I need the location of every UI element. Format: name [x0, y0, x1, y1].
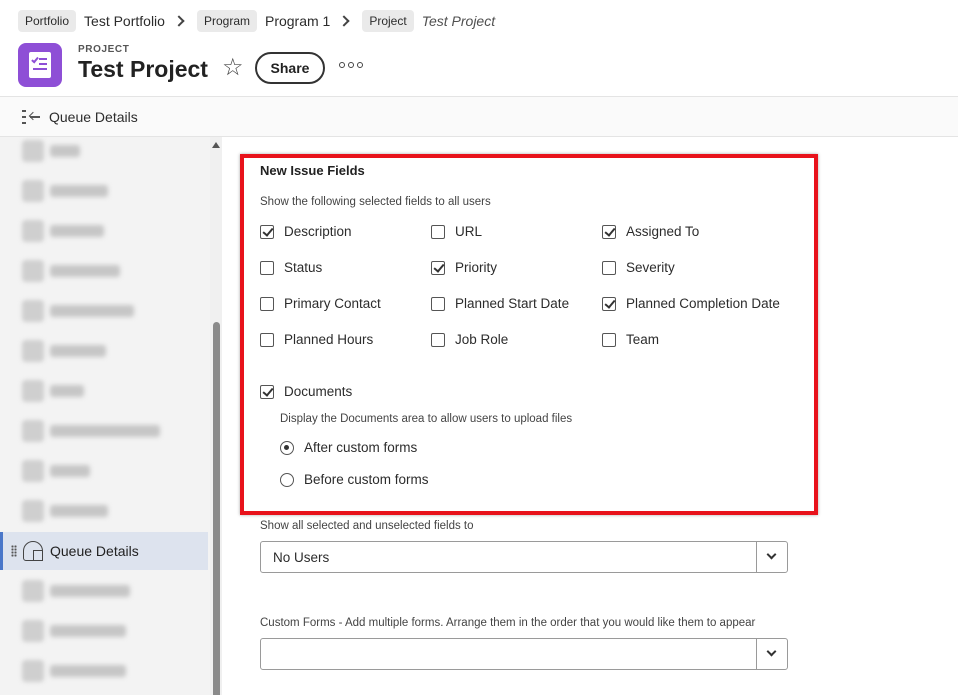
checkbox[interactable]	[260, 224, 274, 239]
checkbox-label: Primary Contact	[284, 296, 381, 311]
sidebar-item-blurred[interactable]	[0, 452, 208, 490]
sidebar-item-blurred[interactable]	[0, 332, 208, 370]
scrollbar-thumb[interactable]	[213, 322, 220, 695]
breadcrumb-portfolio-link[interactable]: Test Portfolio	[84, 13, 165, 29]
field-checkbox-assigned-to[interactable]: Assigned To	[602, 224, 699, 239]
checkbox[interactable]	[260, 296, 274, 311]
breadcrumb-program-chip[interactable]: Program	[196, 10, 257, 32]
sidebar-item-blurred[interactable]	[0, 372, 208, 410]
checkbox[interactable]	[260, 384, 274, 399]
project-document-icon	[18, 43, 62, 87]
documents-description: Display the Documents area to allow user…	[280, 413, 573, 425]
field-checkbox-planned-start-date[interactable]: Planned Start Date	[431, 296, 569, 311]
sidebar-item-queue-details[interactable]: Queue Details	[0, 532, 208, 570]
checkbox[interactable]	[602, 224, 616, 239]
checkbox-label: Job Role	[455, 332, 509, 347]
field-checkbox-documents[interactable]: Documents	[260, 384, 352, 399]
panel-title: Queue Details	[49, 109, 138, 125]
checkbox-label: Status	[284, 260, 323, 275]
sidebar-item-blurred[interactable]	[0, 172, 208, 210]
visibility-select[interactable]: No Users	[260, 541, 788, 573]
select-value: No Users	[273, 550, 330, 565]
field-checkbox-team[interactable]: Team	[602, 332, 659, 347]
star-icon[interactable]: ☆	[222, 56, 244, 80]
custom-forms-select[interactable]	[260, 638, 788, 670]
scroll-up-arrow-icon[interactable]	[212, 142, 220, 148]
queue-details-icon	[23, 541, 43, 561]
checkbox[interactable]	[602, 332, 616, 347]
checkbox-label: Team	[626, 332, 660, 347]
breadcrumb-current-project: Test Project	[421, 13, 496, 29]
checkbox[interactable]	[602, 260, 616, 275]
sidebar-item-blurred[interactable]	[0, 252, 208, 290]
checkbox-label: Planned Completion Date	[626, 296, 780, 311]
collapse-panel-icon[interactable]	[22, 109, 42, 125]
checkbox[interactable]	[431, 296, 445, 311]
checkbox-label: Description	[284, 224, 352, 239]
sidebar-item-blurred[interactable]	[0, 212, 208, 250]
field-checkbox-job-role[interactable]: Job Role	[431, 332, 508, 347]
checkbox[interactable]	[602, 296, 616, 311]
field-checkbox-priority[interactable]: Priority	[431, 260, 497, 275]
more-options-icon[interactable]	[339, 62, 363, 68]
sidebar-item-blurred[interactable]	[0, 292, 208, 330]
checkbox-label: Priority	[455, 260, 498, 275]
section-title: New Issue Fields	[260, 163, 365, 178]
sidebar-item-label: Queue Details	[50, 543, 139, 559]
chevron-down-icon[interactable]	[756, 542, 787, 572]
checkbox-label: Planned Start Date	[455, 296, 570, 311]
field-checkbox-planned-completion-date[interactable]: Planned Completion Date	[602, 296, 780, 311]
checkbox-label: Assigned To	[626, 224, 700, 239]
visibility-label: Show all selected and unselected fields …	[260, 520, 474, 532]
radio-button[interactable]	[280, 440, 294, 455]
breadcrumb-project-chip[interactable]: Project	[362, 10, 414, 32]
checkbox[interactable]	[260, 332, 274, 347]
page-title: Test Project	[78, 56, 208, 82]
checkbox-label: Severity	[626, 260, 675, 275]
sidebar-item-blurred[interactable]	[0, 652, 208, 690]
field-checkbox-severity[interactable]: Severity	[602, 260, 675, 275]
checkbox-label: URL	[455, 224, 483, 239]
field-checkbox-primary-contact[interactable]: Primary Contact	[260, 296, 381, 311]
share-button[interactable]: Share	[255, 52, 325, 84]
checkbox[interactable]	[431, 332, 445, 347]
object-type-label: PROJECT	[78, 44, 130, 55]
radio-after-custom-forms[interactable]: After custom forms	[280, 440, 417, 455]
radio-label: After custom forms	[304, 440, 418, 455]
chevron-down-icon[interactable]	[756, 639, 787, 669]
field-checkbox-url[interactable]: URL	[431, 224, 482, 239]
sidebar-item-blurred[interactable]	[0, 137, 208, 170]
radio-button[interactable]	[280, 472, 294, 487]
chevron-right-icon	[338, 15, 351, 27]
field-checkbox-description[interactable]: Description	[260, 224, 352, 239]
checkbox-label: Documents	[284, 384, 353, 399]
checkbox[interactable]	[260, 260, 274, 275]
radio-before-custom-forms[interactable]: Before custom forms	[280, 472, 429, 487]
sidebar-item-blurred[interactable]	[0, 612, 208, 650]
sidebar-item-blurred[interactable]	[0, 492, 208, 530]
sidebar-item-blurred[interactable]	[0, 412, 208, 450]
field-checkbox-planned-hours[interactable]: Planned Hours	[260, 332, 373, 347]
field-checkbox-status[interactable]: Status	[260, 260, 322, 275]
drag-handle-icon[interactable]	[11, 545, 17, 557]
radio-label: Before custom forms	[304, 472, 429, 487]
panel-header: Queue Details	[0, 96, 958, 137]
breadcrumb-portfolio-chip[interactable]: Portfolio	[18, 10, 77, 32]
custom-forms-label: Custom Forms - Add multiple forms. Arran…	[260, 617, 756, 629]
sidebar: Queue Details	[0, 137, 222, 695]
section-subtitle: Show the following selected fields to al…	[260, 196, 491, 208]
checkbox[interactable]	[431, 224, 445, 239]
sidebar-item-blurred[interactable]	[0, 572, 208, 610]
checkbox[interactable]	[431, 260, 445, 275]
breadcrumb-program-link[interactable]: Program 1	[265, 13, 330, 29]
chevron-right-icon	[173, 15, 185, 27]
breadcrumb: Portfolio Test Portfolio Program Program…	[18, 9, 495, 33]
checkbox-label: Planned Hours	[284, 332, 374, 347]
